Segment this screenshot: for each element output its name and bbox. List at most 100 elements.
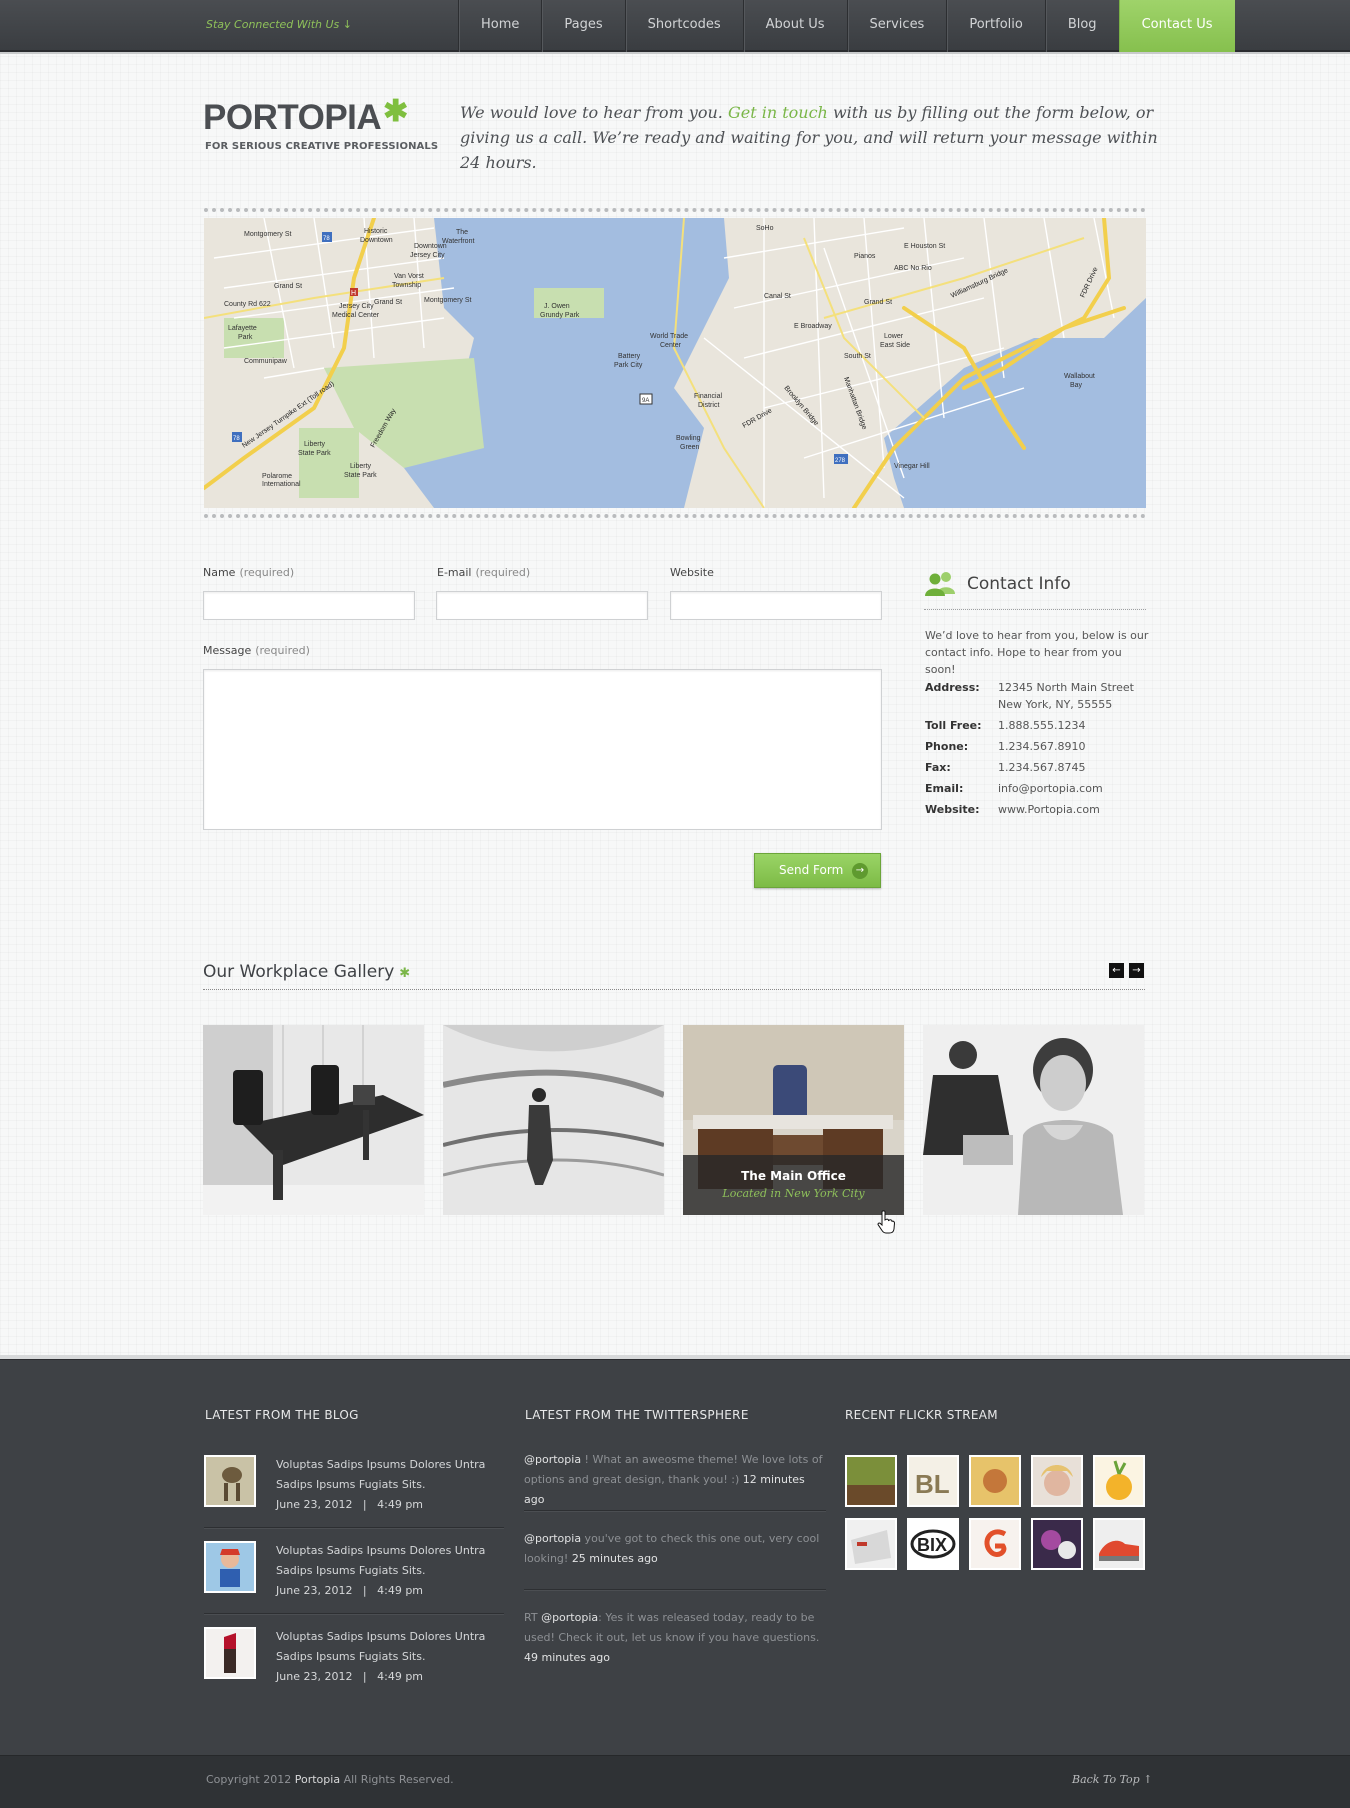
- footer-divider: [524, 1589, 826, 1590]
- caption-title: The Main Office: [741, 1169, 846, 1183]
- message-textarea[interactable]: [203, 669, 882, 830]
- svg-text:9A: 9A: [642, 398, 649, 404]
- svg-text:International: International: [262, 481, 301, 488]
- blog-thumb-lipstick: [204, 1627, 256, 1679]
- flickr-thumb[interactable]: BL: [907, 1455, 959, 1507]
- phone-key: Phone:: [925, 740, 969, 753]
- copyright-post: All Rights Reserved.: [343, 1773, 454, 1786]
- gallery-item-team[interactable]: [923, 1025, 1144, 1215]
- email-input[interactable]: [436, 591, 648, 620]
- svg-text:SoHo: SoHo: [756, 225, 774, 232]
- tweet: @portopia you've got to check this one o…: [524, 1532, 820, 1565]
- svg-text:District: District: [698, 402, 719, 409]
- tweet-user-link[interactable]: @portopia: [541, 1611, 598, 1624]
- blog-post-title[interactable]: Voluptas Sadips Ipsums Dolores Untra Sad…: [276, 1455, 491, 1495]
- flickr-thumb[interactable]: [1031, 1518, 1083, 1570]
- copyright: Copyright 2012 Portopia All Rights Reser…: [206, 1773, 454, 1786]
- contact-info-text: We’d love to hear from you, below is our…: [925, 629, 1149, 676]
- flickr-thumb[interactable]: [969, 1518, 1021, 1570]
- flickr-thumb[interactable]: [1093, 1518, 1145, 1570]
- contact-info-header: Contact Info: [924, 566, 1146, 610]
- svg-text:Polarome: Polarome: [262, 473, 292, 480]
- nav-home[interactable]: Home: [458, 0, 541, 52]
- blog-post-text: Voluptas Sadips Ipsums Dolores Untra Sad…: [276, 1627, 491, 1687]
- website-label: Website: [670, 566, 714, 579]
- tweet-time[interactable]: 49 minutes ago: [524, 1651, 610, 1664]
- svg-text:Liberty: Liberty: [350, 463, 372, 470]
- nav-contact-us[interactable]: Contact Us: [1118, 0, 1235, 52]
- svg-text:78: 78: [233, 436, 240, 442]
- svg-text:BIX: BIX: [917, 1535, 947, 1555]
- send-form-button[interactable]: Send Form →: [754, 853, 881, 888]
- svg-text:Grundy Park: Grundy Park: [540, 312, 580, 319]
- flickr-thumb[interactable]: [1093, 1455, 1145, 1507]
- gallery-divider: [203, 989, 1145, 990]
- blog-post-meta: June 23, 2012 | 4:49 pm: [276, 1584, 424, 1597]
- team-woman-image: [923, 1025, 1144, 1215]
- site-logo[interactable]: PORTOPIA✱: [203, 95, 408, 138]
- arrow-right-icon: →: [852, 863, 868, 879]
- blog-post[interactable]: Voluptas Sadips Ipsums Dolores Untra Sad…: [204, 1541, 504, 1621]
- nav-blog[interactable]: Blog: [1044, 0, 1119, 52]
- svg-text:Green: Green: [680, 444, 700, 451]
- location-map[interactable]: HistoricDowntown DowntownJersey City The…: [204, 218, 1146, 508]
- flickr-thumb[interactable]: [969, 1455, 1021, 1507]
- flickr-thumb[interactable]: [845, 1455, 897, 1507]
- name-label: Name (required): [203, 566, 295, 579]
- nav-about-us[interactable]: About Us: [742, 0, 847, 52]
- gallery-item-conference-room[interactable]: [203, 1025, 424, 1215]
- svg-text:County Rd 622: County Rd 622: [224, 301, 271, 308]
- svg-text:Township: Township: [392, 282, 421, 289]
- logo-star-icon: ✱: [383, 95, 408, 128]
- tweet-user-link[interactable]: @portopia: [524, 1532, 581, 1545]
- blog-post-title[interactable]: Voluptas Sadips Ipsums Dolores Untra Sad…: [276, 1541, 491, 1581]
- flickr-thumb[interactable]: [845, 1518, 897, 1570]
- website-link[interactable]: www.Portopia.com: [998, 801, 1158, 818]
- svg-text:J. Owen: J. Owen: [544, 303, 570, 310]
- svg-text:Vinegar Hill: Vinegar Hill: [894, 463, 930, 470]
- blog-post[interactable]: Voluptas Sadips Ipsums Dolores Untra Sad…: [204, 1627, 504, 1707]
- blog-post-title[interactable]: Voluptas Sadips Ipsums Dolores Untra Sad…: [276, 1627, 491, 1667]
- svg-text:Bay: Bay: [1070, 382, 1083, 389]
- tweet: RT @portopia: Yes it was released today,…: [524, 1611, 820, 1664]
- gallery-caption: The Main Office Located in New York City: [683, 1155, 904, 1215]
- blog-heading: LATEST FROM THE BLOG: [205, 1408, 359, 1422]
- copyright-brand-link[interactable]: Portopia: [295, 1773, 340, 1786]
- toll-free-key: Toll Free:: [925, 719, 982, 732]
- svg-text:State Park: State Park: [298, 450, 331, 457]
- svg-text:Montgomery St: Montgomery St: [424, 297, 472, 304]
- blog-post[interactable]: Voluptas Sadips Ipsums Dolores Untra Sad…: [204, 1455, 504, 1535]
- get-in-touch-link[interactable]: Get in touch: [728, 103, 828, 122]
- tweet-user-link[interactable]: @portopia: [524, 1453, 581, 1466]
- nav-portfolio[interactable]: Portfolio: [946, 0, 1044, 52]
- gallery-item-balcony[interactable]: [443, 1025, 664, 1215]
- nav-shortcodes[interactable]: Shortcodes: [624, 0, 743, 52]
- fax-value: 1.234.567.8745: [998, 761, 1086, 774]
- flickr-thumb[interactable]: [1031, 1455, 1083, 1507]
- svg-text:World Trade: World Trade: [650, 333, 688, 340]
- gallery-next-button[interactable]: →: [1129, 963, 1144, 978]
- tweet-time[interactable]: 25 minutes ago: [572, 1552, 658, 1565]
- message-label: Message (required): [203, 644, 310, 657]
- svg-text:Park: Park: [238, 334, 253, 341]
- nav-pages[interactable]: Pages: [541, 0, 624, 52]
- flickr-thumb[interactable]: BIX: [907, 1518, 959, 1570]
- gallery-item-main-office[interactable]: The Main Office Located in New York City: [683, 1025, 904, 1215]
- website-input[interactable]: [670, 591, 882, 620]
- address-value: 12345 North Main Street New York, NY, 55…: [998, 681, 1134, 711]
- gallery-title: Our Workplace Gallery ✱: [203, 962, 410, 982]
- svg-text:Pianos: Pianos: [854, 253, 876, 260]
- svg-text:Grand St: Grand St: [274, 283, 302, 290]
- svg-text:Financial: Financial: [694, 393, 722, 400]
- fax-key: Fax:: [925, 761, 951, 774]
- back-to-top-link[interactable]: Back To Top ↑: [1072, 1773, 1152, 1786]
- svg-text:278: 278: [835, 458, 846, 464]
- email-link[interactable]: info@portopia.com: [998, 780, 1158, 797]
- nav-services[interactable]: Services: [846, 0, 947, 52]
- intro-text-a: We would love to hear from you.: [460, 103, 723, 122]
- gallery-prev-button[interactable]: ←: [1109, 963, 1124, 978]
- blog-post-meta: June 23, 2012 | 4:49 pm: [276, 1670, 424, 1683]
- name-input[interactable]: [203, 591, 415, 620]
- lafayette-park: [224, 318, 284, 358]
- stay-connected-link[interactable]: Stay Connected With Us ↓: [206, 18, 352, 31]
